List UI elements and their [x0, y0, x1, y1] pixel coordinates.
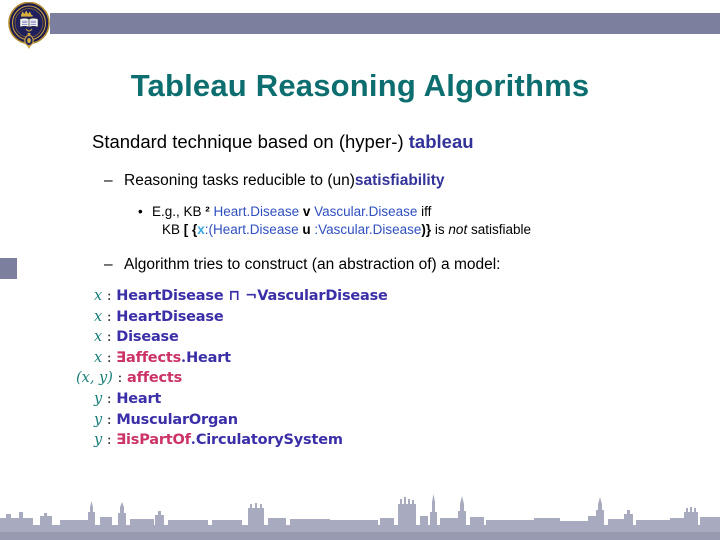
- bullet-level2-algorithm: – Algorithm tries to construct (an abstra…: [104, 254, 500, 275]
- formula-colon: :: [102, 308, 117, 325]
- bullet-dot-marker: •: [138, 204, 143, 219]
- l3-line2-seg3: )}: [421, 222, 432, 237]
- formula-row: y : MuscularOrgan: [76, 410, 416, 431]
- l3-line1-op: v: [299, 204, 315, 219]
- formula-variable: x: [94, 288, 103, 304]
- formula-row: x : ∃affects.Heart: [76, 348, 416, 369]
- page-title: Tableau Reasoning Algorithms: [130, 68, 590, 103]
- l3-line1-seg1: E.g., KB: [152, 204, 206, 219]
- formula-role-name: affects: [127, 370, 183, 387]
- l3-line2-seg5: satisfiable: [467, 222, 531, 237]
- formula-colon: :: [102, 411, 117, 428]
- bullet-level2a-emphasis: satisfiability: [354, 172, 445, 189]
- formula-variable: x: [94, 349, 103, 366]
- l3-line2-italic-not: not: [448, 222, 468, 237]
- oxford-university-crest-icon: [8, 2, 50, 49]
- l3-line2-seg1: KB: [162, 222, 184, 237]
- header-bar: [50, 13, 720, 34]
- formula-variable: (x, y): [76, 370, 113, 387]
- l3-line2-concept1: Heart.Disease: [213, 222, 299, 237]
- formula-variable: x: [94, 308, 103, 325]
- formula-concept-name: Disease: [116, 329, 179, 346]
- l3-line2-seg4: is: [431, 222, 449, 237]
- formula-role-name: ∃affects: [116, 349, 181, 366]
- bullet-level1-prefix: Standard technique based on (hyper-): [92, 131, 409, 152]
- tableau-model-formulas: x : HeartDisease ⊓ ¬VascularDisease x : H…: [76, 286, 416, 451]
- bullet-level2a-prefix: Reasoning tasks reducible to (un): [124, 172, 355, 189]
- bullet-level2-satisfiability: – Reasoning tasks reducible to (un)satisf…: [104, 170, 445, 191]
- formula-concept-name: HeartDisease: [116, 308, 224, 325]
- formula-colon: :: [102, 390, 117, 407]
- formula-concept-name: VascularDisease: [257, 288, 388, 304]
- formula-colon: :: [102, 288, 117, 304]
- formula-concept-name: MuscularOrgan: [116, 411, 238, 428]
- formula-concept-name: CirculatorySystem: [195, 432, 343, 449]
- formula-row: x : HeartDisease: [76, 307, 416, 328]
- l3-line2-op: u: [298, 222, 315, 237]
- formula-row: (x, y) : affects: [76, 368, 416, 389]
- bullet-level3-line1: • E.g., KB ² Heart.Disease v Vascular.Dis…: [138, 203, 531, 221]
- l3-line2-brace-open: {: [188, 222, 198, 237]
- formula-row: x : HeartDisease ⊓ ¬VascularDisease: [76, 286, 416, 307]
- formula-colon: :: [102, 349, 117, 366]
- left-accent-square: [0, 258, 17, 279]
- formula-colon: :: [112, 370, 128, 387]
- l3-line2-concept2: :Vascular.Disease: [314, 222, 422, 237]
- bullet-level3-example: • E.g., KB ² Heart.Disease v Vascular.Dis…: [138, 203, 531, 239]
- formula-variable: x: [94, 329, 103, 346]
- oxford-skyline-silhouette-icon: [0, 494, 720, 540]
- l3-line1-concept2: Vascular.Disease: [314, 204, 418, 219]
- bullet-level3-line2: KB [ {x:(Heart.Disease u :Vascular.Disea…: [162, 221, 531, 239]
- l3-line2-variable: x: [197, 222, 205, 237]
- formula-row: y : ∃isPartOf.CirculatorySystem: [76, 430, 416, 451]
- formula-row: y : Heart: [76, 389, 416, 410]
- dash-marker: –: [104, 172, 113, 189]
- formula-variable: y: [94, 411, 103, 428]
- bullet-level2b-text: Algorithm tries to construct (an abstrac…: [124, 256, 501, 273]
- formula-colon: :: [102, 329, 117, 346]
- formula-role-name: ∃isPartOf: [116, 432, 191, 449]
- formula-concept-name: Heart: [116, 390, 162, 407]
- l3-line1-seg4: iff: [417, 204, 432, 219]
- formula-concept-name: Heart: [186, 349, 231, 366]
- formula-colon: :: [102, 432, 117, 449]
- formula-variable: y: [94, 432, 103, 449]
- formula-concept-name: HeartDisease: [116, 288, 224, 304]
- formula-variable: y: [94, 390, 103, 407]
- dash-marker: –: [104, 256, 113, 273]
- formula-operator: ⊓ ¬: [223, 288, 258, 304]
- l3-line2-seg2: :(: [204, 222, 214, 237]
- slide-canvas: Tableau Reasoning Algorithms Standard te…: [0, 0, 720, 540]
- l3-line1-concept1: Heart.Disease: [213, 204, 300, 219]
- bullet-level1: Standard technique based on (hyper-) tab…: [92, 130, 474, 154]
- formula-row: x : Disease: [76, 327, 416, 348]
- bullet-level1-emphasis: tableau: [408, 131, 474, 152]
